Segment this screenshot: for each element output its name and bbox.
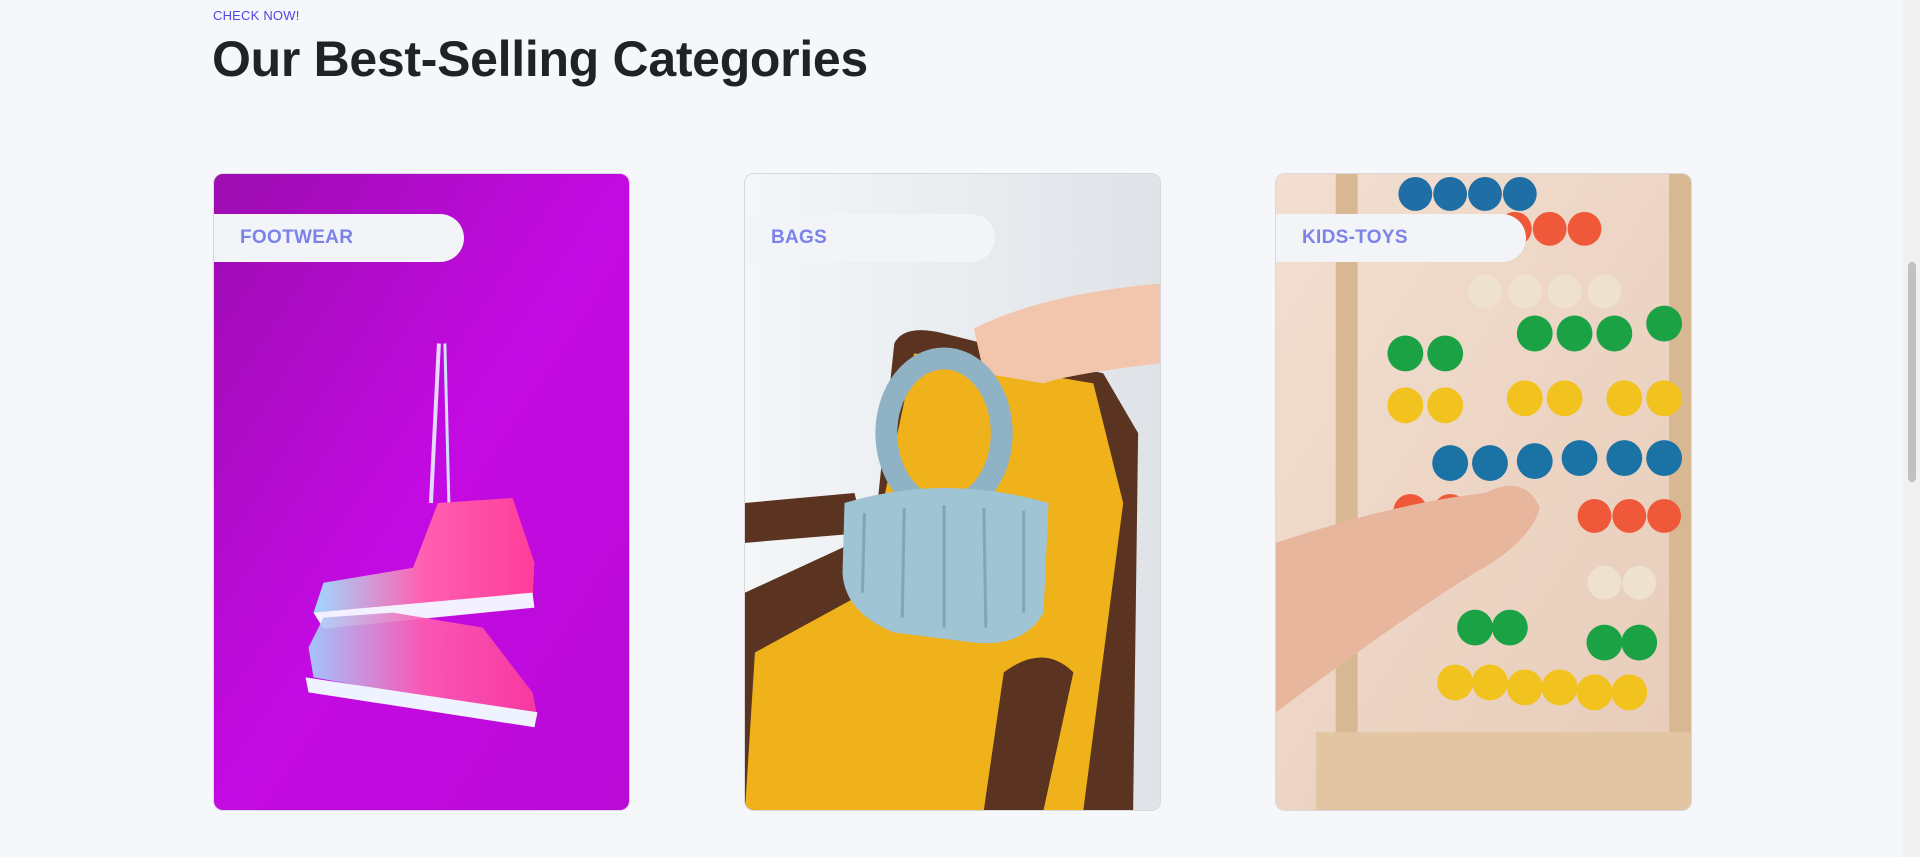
- page-scrollbar[interactable]: [1903, 0, 1920, 857]
- kids-toys-image: [1276, 174, 1691, 810]
- category-label: KIDS-TOYS: [1302, 227, 1408, 248]
- bags-image: [745, 174, 1160, 810]
- category-label-pill: KIDS-TOYS: [1276, 214, 1526, 262]
- category-card-kids-toys[interactable]: KIDS-TOYS: [1275, 173, 1692, 811]
- section-title: Our Best-Selling Categories: [212, 31, 868, 87]
- category-card-footwear[interactable]: FOOTWEAR: [213, 173, 630, 811]
- category-label-pill: BAGS: [745, 214, 995, 262]
- category-label: BAGS: [771, 227, 828, 248]
- category-card-bags[interactable]: BAGS: [744, 173, 1161, 811]
- category-label: FOOTWEAR: [240, 227, 354, 248]
- section-eyebrow: CHECK NOW!: [213, 8, 300, 23]
- page: CHECK NOW! Our Best-Selling Categories F…: [0, 0, 1920, 857]
- category-label-pill: FOOTWEAR: [214, 214, 464, 262]
- footwear-image: [214, 174, 629, 810]
- scrollbar-thumb[interactable]: [1908, 262, 1916, 482]
